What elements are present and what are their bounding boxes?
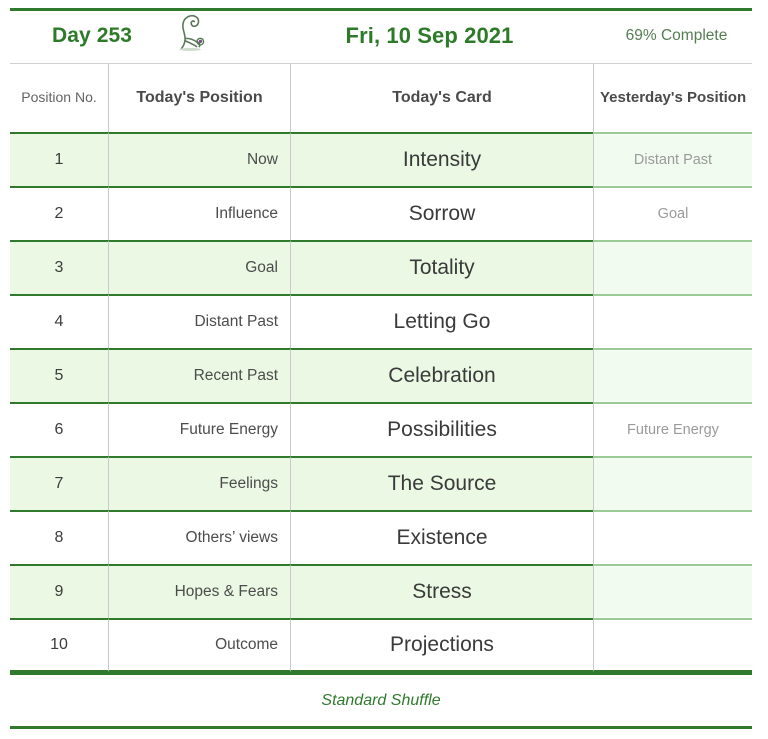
cell-position-no: 6 <box>10 402 108 456</box>
cell-todays-position: Feelings <box>108 456 290 510</box>
cell-yesterdays-position <box>593 456 752 510</box>
cell-todays-card[interactable]: Intensity <box>290 132 593 186</box>
table-row[interactable]: 10 Outcome Projections <box>10 618 752 672</box>
column-header-position-no-line2: No. <box>74 89 97 106</box>
sheet-footer: Standard Shuffle <box>10 672 752 729</box>
cell-yesterdays-position <box>593 240 752 294</box>
cell-yesterdays-position: Goal <box>593 186 752 240</box>
date-label: Fri, 10 Sep 2021 <box>345 22 514 48</box>
cell-yesterdays-position <box>593 294 752 348</box>
column-header-position-no: Position No. <box>10 64 108 132</box>
cell-position-no: 9 <box>10 564 108 618</box>
cell-position-no: 4 <box>10 294 108 348</box>
table-row[interactable]: 1 Now Intensity Distant Past <box>10 132 752 186</box>
cell-yesterdays-position <box>593 348 752 402</box>
sheet-header: Day 253 Fri, 10 Sep 2021 69% Complete <box>0 11 768 60</box>
cell-yesterdays-position: Future Energy <box>593 402 752 456</box>
cell-todays-position: Recent Past <box>108 348 290 402</box>
table-column-headers: Position No. Today's Position Today's Ca… <box>10 63 752 132</box>
cell-todays-card[interactable]: Possibilities <box>290 402 593 456</box>
cell-todays-card[interactable]: Celebration <box>290 348 593 402</box>
table-row[interactable]: 5 Recent Past Celebration <box>10 348 752 402</box>
cell-position-no: 10 <box>10 618 108 672</box>
table-row[interactable]: 3 Goal Totality <box>10 240 752 294</box>
cell-todays-position: Now <box>108 132 290 186</box>
column-header-todays-card-label: Today's Card <box>392 89 492 106</box>
cell-position-no: 3 <box>10 240 108 294</box>
cell-todays-card[interactable]: The Source <box>290 456 593 510</box>
cell-yesterdays-position <box>593 618 752 672</box>
cell-position-no: 5 <box>10 348 108 402</box>
column-header-yesterdays-position-line2: Position <box>686 88 747 106</box>
day-counter-cell: Day 253 <box>0 11 132 60</box>
seated-figure-sketch-icon <box>171 11 211 60</box>
cell-position-no: 7 <box>10 456 108 510</box>
cell-todays-card[interactable]: Letting Go <box>290 294 593 348</box>
cell-todays-position: Goal <box>108 240 290 294</box>
cell-todays-position: Future Energy <box>108 402 290 456</box>
cell-todays-position: Others’ views <box>108 510 290 564</box>
cell-yesterdays-position <box>593 564 752 618</box>
table-row[interactable]: 9 Hopes & Fears Stress <box>10 564 752 618</box>
column-header-todays-card: Today's Card <box>290 64 593 132</box>
cell-todays-card[interactable]: Existence <box>290 510 593 564</box>
reading-sheet: Day 253 Fri, 10 Sep 2021 69% Complete Po… <box>0 0 768 739</box>
cell-position-no: 8 <box>10 510 108 564</box>
shuffle-type-label: Standard Shuffle <box>321 691 441 709</box>
column-header-yesterdays-position-line1: Yesterday's <box>600 88 683 106</box>
cell-todays-position: Influence <box>108 186 290 240</box>
cell-todays-card[interactable]: Stress <box>290 564 593 618</box>
cell-todays-position: Outcome <box>108 618 290 672</box>
column-header-todays-position: Today's Position <box>108 64 290 132</box>
logo-cell <box>108 11 290 60</box>
cell-todays-position: Hopes & Fears <box>108 564 290 618</box>
table-row[interactable]: 8 Others’ views Existence <box>10 510 752 564</box>
cell-yesterdays-position <box>593 510 752 564</box>
progress-cell: 69% Complete <box>593 11 768 60</box>
column-header-todays-position-label: Today's Position <box>136 89 263 106</box>
table-row[interactable]: 6 Future Energy Possibilities Future Ene… <box>10 402 752 456</box>
cell-position-no: 2 <box>10 186 108 240</box>
cell-todays-card[interactable]: Projections <box>290 618 593 672</box>
column-header-position-no-line1: Position <box>21 89 72 106</box>
progress-label: 69% Complete <box>625 26 728 44</box>
day-counter-label: Day 253 <box>51 23 133 47</box>
cell-todays-position: Distant Past <box>108 294 290 348</box>
table-row[interactable]: 2 Influence Sorrow Goal <box>10 186 752 240</box>
table-row[interactable]: 4 Distant Past Letting Go <box>10 294 752 348</box>
cell-todays-card[interactable]: Sorrow <box>290 186 593 240</box>
column-header-yesterdays-position: Yesterday's Position <box>593 64 752 132</box>
cell-yesterdays-position: Distant Past <box>593 132 752 186</box>
date-cell: Fri, 10 Sep 2021 <box>290 11 593 60</box>
cell-position-no: 1 <box>10 132 108 186</box>
readings-table: 1 Now Intensity Distant Past 2 Influence… <box>10 132 752 672</box>
table-row[interactable]: 7 Feelings The Source <box>10 456 752 510</box>
cell-todays-card[interactable]: Totality <box>290 240 593 294</box>
